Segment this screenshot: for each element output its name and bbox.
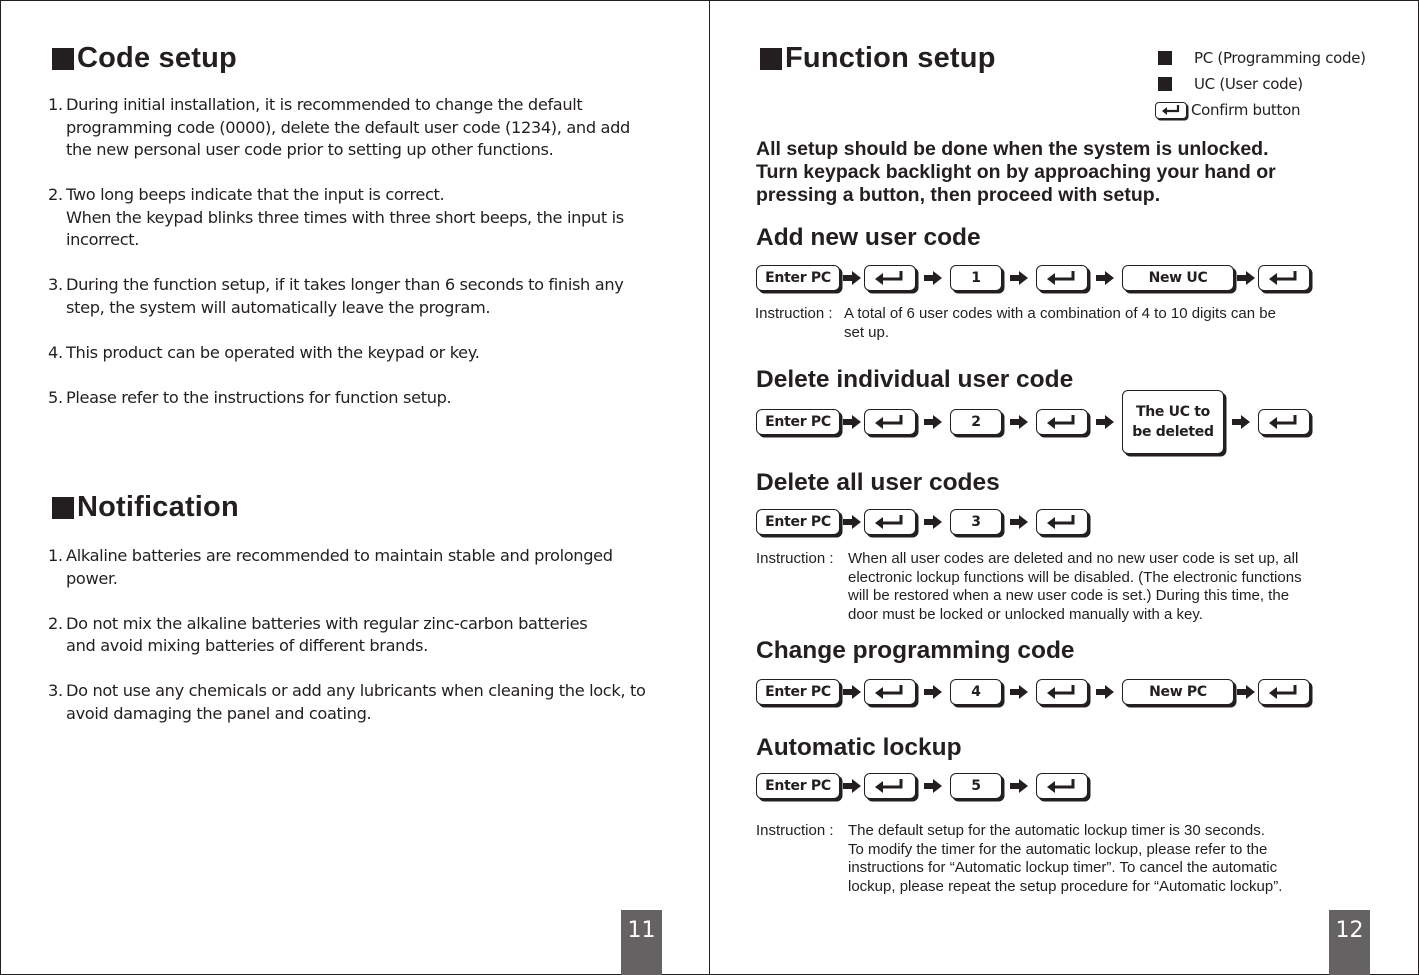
confirm-key xyxy=(864,409,916,435)
add-user-code-title: Add new user code xyxy=(756,224,981,251)
new-pc-key: New PC xyxy=(1122,679,1234,705)
legend-pc: PC (Programming code) xyxy=(1155,45,1366,71)
arrow-right-icon xyxy=(1088,415,1122,429)
digit-key: 3 xyxy=(950,509,1002,535)
add-user-code-instruction: Instruction : A total of 6 user codes wi… xyxy=(755,305,1276,341)
arrow-right-icon xyxy=(840,779,864,793)
confirm-key xyxy=(864,773,916,799)
arrow-right-icon xyxy=(1002,685,1036,699)
list-item: 4. This product can be operated with the… xyxy=(48,342,480,362)
list-item: 1. Alkaline batteries are recommended to… xyxy=(48,546,613,588)
arrow-right-icon xyxy=(1002,415,1036,429)
confirm-key xyxy=(864,679,916,705)
auto-lock-instruction: Instruction : The default setup for the … xyxy=(756,822,1283,895)
arrow-right-icon xyxy=(1224,415,1258,429)
square-bullet-icon xyxy=(52,47,74,70)
confirm-key xyxy=(1036,679,1088,705)
enter-pc-key: Enter PC xyxy=(756,773,840,799)
code-setup-title: Code setup xyxy=(52,42,237,75)
legend-confirm: Confirm button xyxy=(1155,97,1366,123)
enter-pc-key: Enter PC xyxy=(756,409,840,435)
arrow-right-icon xyxy=(916,685,950,699)
arrow-right-icon xyxy=(840,515,864,529)
legend: PC (Programming code) UC (User code) Con… xyxy=(1155,45,1366,123)
list-item: 2. Do not mix the alkaline batteries wit… xyxy=(48,613,588,656)
list-item: 5. Please refer to the instructions for … xyxy=(48,387,452,407)
auto-lock-flow: Enter PC 5 xyxy=(756,773,1088,799)
arrow-right-icon xyxy=(916,415,950,429)
delete-all-instruction: Instruction : When all user codes are de… xyxy=(756,550,1302,623)
arrow-right-icon xyxy=(1234,271,1258,285)
arrow-right-icon xyxy=(840,415,864,429)
legend-uc: UC (User code) xyxy=(1155,71,1366,97)
list-item: 3. Do not use any chemicals or add any l… xyxy=(48,681,646,723)
arrow-right-icon xyxy=(1002,779,1036,793)
arrow-right-icon xyxy=(1002,271,1036,285)
enter-pc-key: Enter PC xyxy=(756,265,840,291)
arrow-right-icon xyxy=(916,515,950,529)
arrow-right-icon xyxy=(1234,685,1258,699)
delete-all-flow: Enter PC 3 xyxy=(756,509,1088,535)
new-uc-key: New UC xyxy=(1122,265,1234,291)
arrow-right-icon xyxy=(840,685,864,699)
return-arrow-icon xyxy=(1155,101,1187,119)
uc-to-delete-key: The UC to be deleted xyxy=(1122,390,1224,454)
list-item: 2. Two long beeps indicate that the inpu… xyxy=(48,185,624,249)
code-setup-list: 1. During initial installation, it is re… xyxy=(48,94,688,432)
enter-pc-key: Enter PC xyxy=(756,679,840,705)
pc-square-icon xyxy=(1158,51,1172,65)
confirm-key xyxy=(864,265,916,291)
arrow-right-icon xyxy=(1002,515,1036,529)
page-number: 12 xyxy=(1329,910,1370,975)
page-number: 11 xyxy=(621,910,662,975)
confirm-key xyxy=(864,509,916,535)
left-page: Code setup 1. During initial installatio… xyxy=(0,0,709,975)
confirm-key xyxy=(1258,409,1310,435)
enter-pc-key: Enter PC xyxy=(756,509,840,535)
function-setup-title: Function setup xyxy=(760,42,996,75)
digit-key: 2 xyxy=(950,409,1002,435)
uc-square-icon xyxy=(1158,77,1172,91)
arrow-right-icon xyxy=(1088,271,1122,285)
intro-text: All setup should be done when the system… xyxy=(756,138,1276,206)
change-pc-flow: Enter PC 4 New PC xyxy=(756,679,1310,705)
list-item: 1. During initial installation, it is re… xyxy=(48,95,630,159)
digit-key: 5 xyxy=(950,773,1002,799)
confirm-key xyxy=(1258,679,1310,705)
right-page: Function setup PC (Programming code) UC … xyxy=(710,0,1419,975)
arrow-right-icon xyxy=(916,779,950,793)
arrow-right-icon xyxy=(1088,685,1122,699)
confirm-key xyxy=(1036,409,1088,435)
confirm-key xyxy=(1036,265,1088,291)
confirm-key xyxy=(1036,773,1088,799)
square-bullet-icon xyxy=(52,496,74,519)
notification-title: Notification xyxy=(52,491,239,524)
auto-lock-title: Automatic lockup xyxy=(756,734,962,761)
delete-all-title: Delete all user codes xyxy=(756,469,1000,496)
arrow-right-icon xyxy=(840,271,864,285)
arrow-right-icon xyxy=(916,271,950,285)
confirm-key xyxy=(1036,509,1088,535)
change-pc-title: Change programming code xyxy=(756,637,1075,664)
delete-individual-flow: Enter PC 2 The UC to be deleted xyxy=(756,390,1310,454)
confirm-key xyxy=(1258,265,1310,291)
add-user-code-flow: Enter PC 1 New UC xyxy=(756,265,1310,291)
list-item: 3. During the function setup, if it take… xyxy=(48,275,624,317)
digit-key: 1 xyxy=(950,265,1002,291)
notification-list: 1. Alkaline batteries are recommended to… xyxy=(48,545,688,748)
square-bullet-icon xyxy=(760,47,782,70)
digit-key: 4 xyxy=(950,679,1002,705)
